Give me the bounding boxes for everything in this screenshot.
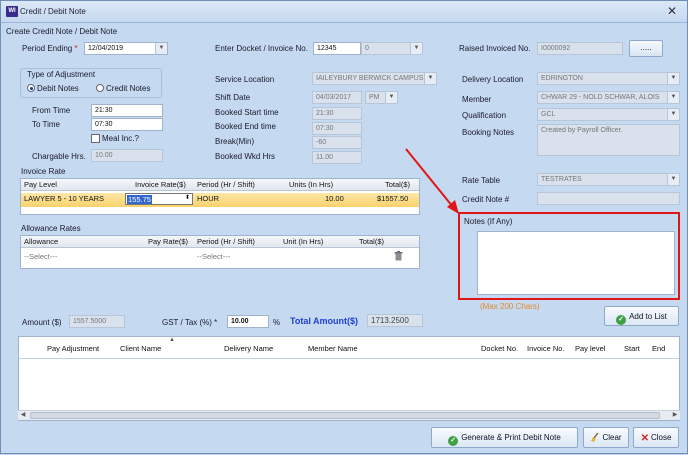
spinner-arrows-icon: ⬍ <box>184 195 190 201</box>
col-pay-level-list[interactable]: Pay level <box>575 344 605 353</box>
scroll-thumb[interactable] <box>30 412 660 419</box>
col-end[interactable]: End <box>652 344 665 353</box>
col-period[interactable]: Period (Hr / Shift) <box>197 180 255 189</box>
col-pay-level[interactable]: Pay Level <box>24 180 57 189</box>
col-delivery-name[interactable]: Delivery Name <box>224 344 273 353</box>
gst-label: GST / Tax (%) * <box>162 318 218 327</box>
col-member-name[interactable]: Member Name <box>308 344 358 353</box>
table-row[interactable]: LAWYER 5 - 10 YEARS 155.75 ⬍ HOUR 10.00 $… <box>21 193 419 207</box>
col-total[interactable]: Total($) <box>385 180 410 189</box>
clear-button[interactable]: Clear <box>583 427 629 448</box>
generate-print-button[interactable]: ✓ Generate & Print Debit Note <box>431 427 578 448</box>
adjustments-list: Pay Adjustment Client Name Delivery Name… <box>18 336 680 421</box>
scroll-left-icon[interactable]: ◀ <box>18 411 28 420</box>
col-docket-no[interactable]: Docket No. <box>481 344 518 353</box>
units-cell: 10.00 <box>325 194 344 203</box>
trash-icon[interactable] <box>394 251 403 263</box>
scroll-right-icon[interactable]: ▶ <box>670 411 680 420</box>
credit-debit-note-window: WI Credit / Debit Note ✕ Create Credit N… <box>0 0 688 454</box>
broom-icon <box>591 432 599 442</box>
pay-level-cell: LAWYER 5 - 10 YEARS <box>24 194 105 203</box>
invoice-rate-grid: Pay Level Invoice Rate($) Period (Hr / S… <box>20 178 420 215</box>
col-start[interactable]: Start <box>624 344 640 353</box>
col-client-name[interactable]: Client Name <box>120 344 161 353</box>
add-to-list-button[interactable]: ✓ Add to List <box>604 306 679 326</box>
invoice-rate-section-title: Invoice Rate <box>21 167 66 176</box>
col-pay-adjustment[interactable]: Pay Adjustment <box>47 344 99 353</box>
invoice-rate-spinner[interactable]: 155.75 ⬍ <box>125 193 193 205</box>
col-unit[interactable]: Unit (In Hrs) <box>283 237 323 246</box>
col-pay-rate[interactable]: Pay Rate($) <box>148 237 188 246</box>
allowance-select[interactable]: --Select--- <box>24 252 57 261</box>
allowance-header: Allowance Pay Rate($) Period (Hr / Shift… <box>21 236 419 248</box>
total-cell: $1557.50 <box>377 194 409 203</box>
allowance-period-select[interactable]: --Select--- <box>197 252 230 261</box>
col-units[interactable]: Units (In Hrs) <box>289 180 333 189</box>
amount-input: 1557.5000 <box>69 315 125 328</box>
invoice-rate-header: Pay Level Invoice Rate($) Period (Hr / S… <box>21 179 419 191</box>
check-circle-icon: ✓ <box>448 436 459 446</box>
col-allowance-period[interactable]: Period (Hr / Shift) <box>197 237 255 246</box>
period-cell: HOUR <box>197 194 220 203</box>
gst-unit: % <box>273 318 281 327</box>
close-button[interactable]: ✕ Close <box>633 427 679 448</box>
col-invoice-no[interactable]: Invoice No. <box>527 344 565 353</box>
col-invoice-rate[interactable]: Invoice Rate($) <box>135 180 186 189</box>
gst-input[interactable]: 10.00 <box>227 315 269 328</box>
sort-up-icon: ▲ <box>169 337 175 343</box>
total-amount-label: Total Amount($) <box>290 316 358 326</box>
close-icon: ✕ <box>640 433 649 444</box>
check-circle-icon: ✓ <box>616 315 627 325</box>
list-horizontal-scrollbar[interactable]: ◀ ▶ <box>18 410 680 420</box>
col-allowance[interactable]: Allowance <box>24 237 58 246</box>
total-amount-input: 1713.2500 <box>367 314 423 327</box>
amount-label: Amount ($) <box>22 318 62 327</box>
col-allowance-total[interactable]: Total($) <box>359 237 384 246</box>
table-row[interactable]: --Select--- --Select--- <box>21 251 419 265</box>
list-header: Pay Adjustment Client Name Delivery Name… <box>19 337 679 359</box>
allowance-section-title: Allowance Rates <box>21 224 81 233</box>
allowance-grid: Allowance Pay Rate($) Period (Hr / Shift… <box>20 235 420 269</box>
